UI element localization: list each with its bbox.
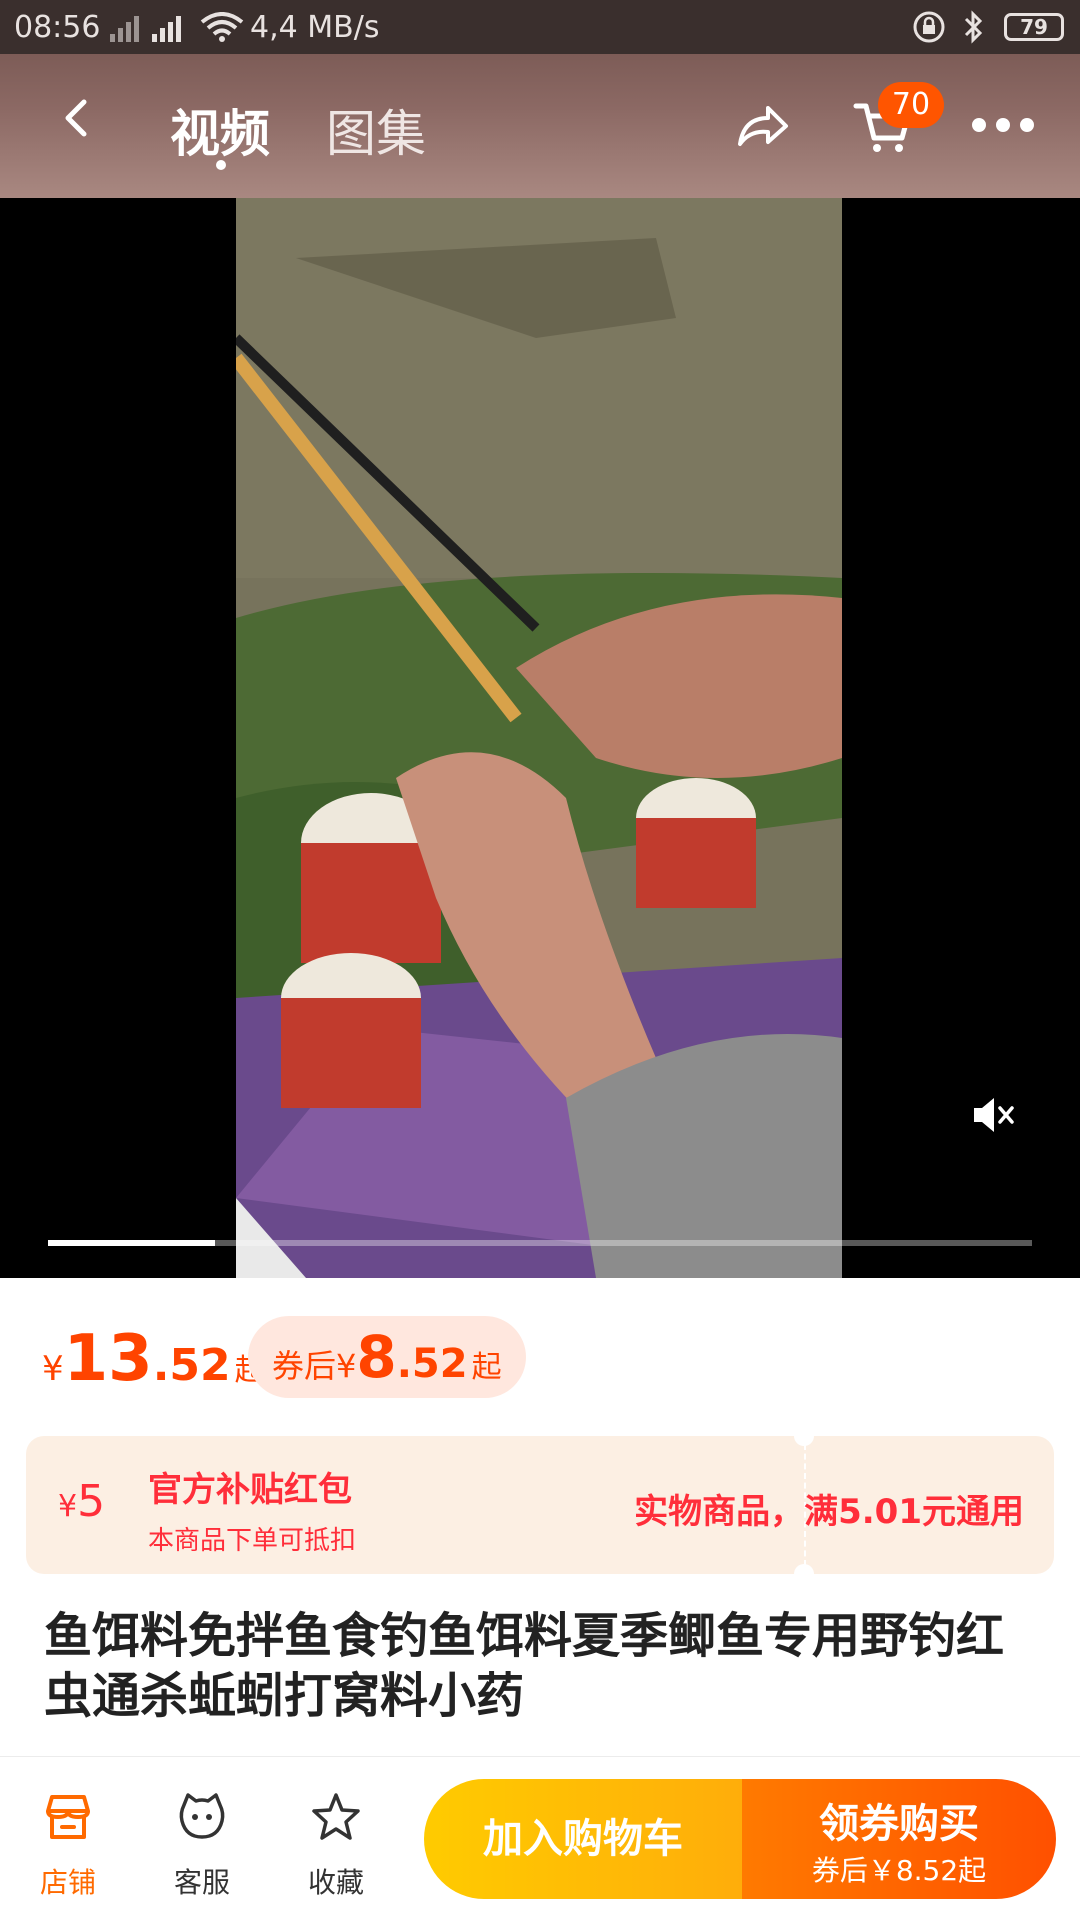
bluetooth-icon bbox=[964, 10, 983, 44]
coupon-buy-label: 领券购买 bbox=[819, 1801, 979, 1847]
subsidy-notch bbox=[794, 1426, 814, 1446]
store-button[interactable]: 店铺 bbox=[18, 1757, 118, 1921]
coupon-price-decimal: .52 bbox=[396, 1341, 468, 1387]
subsidy-banner[interactable]: ¥5 官方补贴红包 本商品下单可抵扣 实物商品，满5.01元通用 bbox=[26, 1426, 1054, 1584]
price: ¥13.52起 bbox=[42, 1322, 265, 1396]
price-row: ¥13.52起 券后¥8.52起 bbox=[0, 1278, 1080, 1428]
customer-service-icon bbox=[179, 1793, 225, 1839]
video-progress-fill bbox=[48, 1240, 216, 1246]
top-header: 08:56 4,4 MB/s 79 视频 图集 70 bbox=[0, 0, 1080, 198]
price-integer: 13 bbox=[63, 1322, 153, 1396]
customer-service-button[interactable]: 客服 bbox=[152, 1757, 252, 1921]
add-to-cart-button[interactable]: 加入购物车 bbox=[424, 1779, 742, 1899]
tab-gallery[interactable]: 图集 bbox=[326, 94, 426, 166]
cart-count-badge: 70 bbox=[878, 82, 944, 128]
active-tab-indicator bbox=[216, 160, 226, 170]
product-title: 鱼饵料免拌鱼食钓鱼饵料夏季鲫鱼专用野钓红虫通杀蚯蚓打窝料小药 bbox=[44, 1608, 1005, 1724]
favorite-button[interactable]: 收藏 bbox=[286, 1757, 386, 1921]
coupon-price-suffix: 起 bbox=[471, 1350, 502, 1385]
status-bar: 08:56 4,4 MB/s 79 bbox=[0, 0, 1080, 54]
coupon-buy-button[interactable]: 领券购买 券后￥8.52起 bbox=[742, 1779, 1056, 1899]
coupon-price-label: 券后¥ bbox=[272, 1347, 357, 1385]
rotation-lock-icon bbox=[913, 11, 945, 43]
coupon-price-badge: 券后¥8.52 起 bbox=[248, 1316, 526, 1398]
bottom-action-bar: 店铺 客服 收藏 加入购物车 领券购买 券后￥8.52起 bbox=[0, 1756, 1080, 1920]
customer-service-label: 客服 bbox=[173, 1866, 230, 1899]
video-player[interactable] bbox=[0, 198, 1080, 1278]
coupon-price-integer: 8 bbox=[356, 1323, 397, 1391]
nav-bar: 视频 图集 70 bbox=[0, 54, 1080, 198]
back-icon[interactable] bbox=[50, 90, 106, 146]
favorite-label: 收藏 bbox=[307, 1866, 364, 1899]
subsidy-notch bbox=[794, 1564, 814, 1584]
more-icon[interactable] bbox=[972, 118, 1034, 132]
price-currency: ¥ bbox=[42, 1349, 64, 1389]
signal-icon bbox=[110, 16, 181, 42]
battery-indicator: 79 bbox=[1004, 13, 1064, 41]
wifi-icon bbox=[200, 12, 244, 42]
star-icon bbox=[312, 1793, 360, 1840]
subsidy-title: 官方补贴红包 bbox=[148, 1470, 352, 1510]
network-speed: 4,4 MB/s bbox=[250, 10, 380, 45]
coupon-buy-subtext: 券后￥8.52起 bbox=[811, 1854, 987, 1887]
share-icon[interactable] bbox=[734, 98, 790, 154]
status-time: 08:56 bbox=[14, 10, 101, 45]
subsidy-description: 本商品下单可抵扣 bbox=[148, 1526, 357, 1556]
store-label: 店铺 bbox=[39, 1866, 96, 1899]
subsidy-condition: 实物商品，满5.01元通用 bbox=[634, 1492, 1024, 1532]
video-frame bbox=[236, 198, 842, 1278]
mute-icon[interactable] bbox=[968, 1092, 1014, 1138]
subsidy-amount: ¥5 bbox=[58, 1476, 105, 1527]
price-decimal: .52 bbox=[152, 1340, 231, 1391]
subsidy-currency: ¥ bbox=[58, 1489, 78, 1524]
store-icon bbox=[46, 1795, 90, 1839]
subsidy-value: 5 bbox=[77, 1476, 106, 1527]
video-progress-bar[interactable] bbox=[48, 1240, 1032, 1246]
tab-video[interactable]: 视频 bbox=[170, 94, 270, 166]
